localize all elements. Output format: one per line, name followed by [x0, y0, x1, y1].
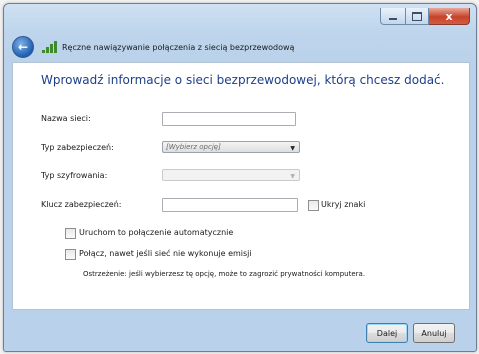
- wireless-network-icon: [42, 41, 58, 53]
- hide-characters-checkbox[interactable]: [308, 200, 319, 211]
- back-button[interactable]: ←: [12, 36, 34, 58]
- close-button[interactable]: x: [429, 8, 470, 25]
- auto-connect-checkbox[interactable]: [65, 228, 76, 239]
- back-arrow-icon: ←: [17, 40, 29, 54]
- encryption-type-label: Typ szyfrowania:: [41, 171, 108, 180]
- chevron-down-icon: ▼: [290, 145, 295, 152]
- hide-characters-label: Ukryj znaki: [321, 200, 366, 209]
- minimize-button[interactable]: [380, 8, 406, 25]
- security-type-value: [Wybierz opcję]: [166, 143, 221, 151]
- close-icon: x: [445, 9, 453, 23]
- content-panel: Wprowadź informacje o sieci bezprzewodow…: [12, 62, 470, 310]
- dialog-title: Ręczne nawiązywanie połączenia z siecią …: [62, 42, 295, 52]
- cancel-button[interactable]: Anuluj: [413, 323, 455, 343]
- next-button[interactable]: Dalej: [366, 323, 408, 343]
- network-name-input[interactable]: [162, 112, 296, 126]
- security-type-select[interactable]: [Wybierz opcję] ▼: [162, 141, 300, 153]
- security-key-label: Klucz zabezpieczeń:: [41, 200, 122, 209]
- page-heading: Wprowadź informacje o sieci bezprzewodow…: [41, 73, 445, 87]
- auto-connect-label: Uruchom to połączenie automatycznie: [79, 228, 234, 237]
- connect-hidden-label: Połącz, nawet jeśli sieć nie wykonuje em…: [79, 249, 252, 258]
- network-name-label: Nazwa sieci:: [41, 114, 91, 123]
- chevron-down-icon: ▼: [290, 173, 295, 180]
- header-row: ← Ręczne nawiązywanie połączenia z sieci…: [12, 36, 294, 58]
- connect-hidden-checkbox[interactable]: [65, 249, 76, 260]
- privacy-warning-text: Ostrzeżenie: jeśli wybierzesz tę opcję, …: [83, 270, 366, 278]
- caption-buttons: x: [380, 8, 470, 25]
- security-type-label: Typ zabezpieczeń:: [41, 143, 114, 152]
- security-key-input[interactable]: [162, 198, 298, 212]
- dialog-window: x ← Ręczne nawiązywanie połączenia z sie…: [3, 3, 477, 352]
- maximize-button[interactable]: [406, 8, 429, 25]
- encryption-type-select[interactable]: ▼: [162, 169, 300, 181]
